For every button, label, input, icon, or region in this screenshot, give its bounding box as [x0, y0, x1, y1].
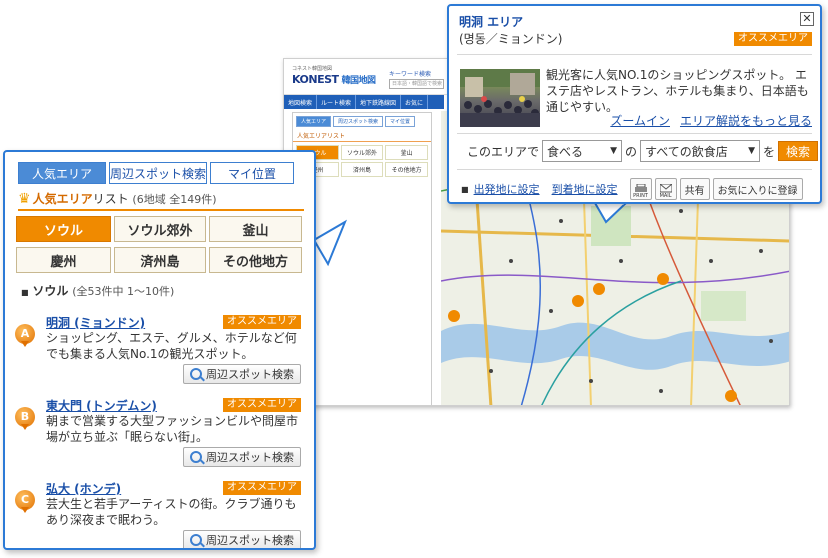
- map-marker-icon: C: [15, 490, 35, 513]
- list-count: (6地域 全149件): [132, 193, 217, 206]
- search-icon: [190, 451, 202, 463]
- region-seoul-button[interactable]: ソウル: [16, 216, 111, 242]
- nearby-search-button[interactable]: 周辺スポット検索: [183, 364, 301, 384]
- tab-nearby-search[interactable]: 周辺スポット検索: [109, 162, 207, 184]
- region-jeju-button[interactable]: 済州島: [114, 247, 206, 273]
- search-icon: [190, 368, 202, 380]
- popup-subtitle: (명동／ミョンドン): [459, 32, 563, 46]
- popup-title[interactable]: 明洞 エリア: [459, 13, 523, 30]
- section-heading: ■ ソウル (全53件中 1～10件): [21, 284, 175, 298]
- bullet-icon: ■: [21, 288, 29, 297]
- panel-tabs: 人気エリア 周辺スポット検索 マイ位置: [18, 162, 294, 184]
- map-marker-icon: B: [15, 407, 35, 430]
- area-info-popup: 明洞 エリア (명동／ミョンドン) ✕ オススメエリア 観光客に人気NO.1のシ…: [447, 4, 822, 204]
- close-icon[interactable]: ✕: [800, 12, 814, 26]
- nearby-search-button[interactable]: 周辺スポット検索: [183, 447, 301, 467]
- area-search-form: このエリアで 食べる ▼ の すべての飲食店 ▼ を 検索: [467, 140, 819, 162]
- set-origin-link[interactable]: 出発地に設定: [474, 181, 540, 197]
- area-description: 朝まで営業する大型ファッションビルや問屋市場が立ち並ぶ「眠らない街」。: [46, 414, 299, 444]
- form-prefix: このエリアで: [467, 144, 540, 159]
- set-destination-link[interactable]: 到着地に設定: [552, 181, 618, 197]
- popup-actions: ■ 出発地に設定 到着地に設定 PRINT MAIL 共有 お気に入りに登録: [461, 178, 806, 200]
- share-button[interactable]: 共有: [679, 178, 710, 200]
- crown-icon: ♛: [18, 191, 31, 207]
- chevron-down-icon: ▼: [610, 146, 618, 156]
- region-other-button[interactable]: その他地方: [209, 247, 302, 273]
- recommended-badge: オススメエリア: [223, 481, 301, 495]
- add-favorite-button[interactable]: お気に入りに登録: [712, 178, 803, 200]
- list-heading: ♛ 人気エリアリスト (6地域 全149件): [18, 190, 304, 211]
- divider: [457, 133, 812, 134]
- tab-popular-area[interactable]: 人気エリア: [18, 162, 106, 184]
- tab-my-location[interactable]: マイ位置: [210, 162, 294, 184]
- list-item: B 東大門 (トンデムン) オススメエリア 朝まで営業する大型ファッションビルや…: [15, 397, 305, 477]
- print-icon[interactable]: PRINT: [629, 178, 652, 200]
- area-title-link[interactable]: 明洞 (ミョンドン): [46, 314, 145, 331]
- form-particle: の: [625, 144, 638, 159]
- nearby-search-button[interactable]: 周辺スポット検索: [183, 530, 301, 548]
- search-button[interactable]: 検索: [778, 141, 819, 161]
- region-seoul-suburbs-button[interactable]: ソウル郊外: [114, 216, 206, 242]
- category-select[interactable]: すべての飲食店 ▼: [640, 140, 761, 162]
- area-photo: [460, 69, 540, 127]
- list-item: C 弘大 (ホンデ) オススメエリア 芸大生と若手アーティストの街。クラブ通りも…: [15, 480, 305, 548]
- action-select[interactable]: 食べる ▼: [542, 140, 623, 162]
- area-title-link[interactable]: 東大門 (トンデムン): [46, 397, 157, 414]
- region-busan-button[interactable]: 釜山: [209, 216, 302, 242]
- popup-links: ズームイン エリア解説をもっと見る: [600, 112, 812, 129]
- mail-icon[interactable]: MAIL: [654, 178, 677, 200]
- divider: [457, 54, 812, 55]
- list-item: A 明洞 (ミョンドン) オススメエリア ショッピング、エステ、グルメ、ホテルな…: [15, 314, 305, 394]
- recommended-badge: オススメエリア: [734, 32, 812, 46]
- area-description: 芸大生と若手アーティストの街。クラブ通りもあり深夜まで眠わう。: [46, 497, 297, 527]
- region-gyeongju-button[interactable]: 慶州: [16, 247, 111, 273]
- area-description: ショッピング、エステ、グルメ、ホテルなど何でも集まる人気No.1の観光スポット。: [46, 331, 297, 361]
- recommended-badge: オススメエリア: [223, 315, 301, 329]
- map-marker-icon: A: [15, 324, 35, 347]
- bullet-icon: ■: [461, 184, 469, 194]
- region-buttons: ソウル ソウル郊外 釜山 慶州 済州島 その他地方: [16, 216, 302, 273]
- area-description: 観光客に人気NO.1のショッピングスポット。 エステ店やレストラン、ホテルも集ま…: [546, 68, 809, 114]
- chevron-down-icon: ▼: [748, 146, 756, 156]
- zoom-in-link[interactable]: ズームイン: [610, 114, 670, 128]
- area-title-link[interactable]: 弘大 (ホンデ): [46, 480, 121, 497]
- search-icon: [190, 534, 202, 546]
- form-particle: を: [763, 144, 776, 159]
- more-info-link[interactable]: エリア解説をもっと見る: [680, 114, 812, 128]
- recommended-badge: オススメエリア: [223, 398, 301, 412]
- divider: [457, 169, 812, 170]
- popular-area-panel: 人気エリア 周辺スポット検索 マイ位置 ♛ 人気エリアリスト (6地域 全149件…: [3, 150, 316, 550]
